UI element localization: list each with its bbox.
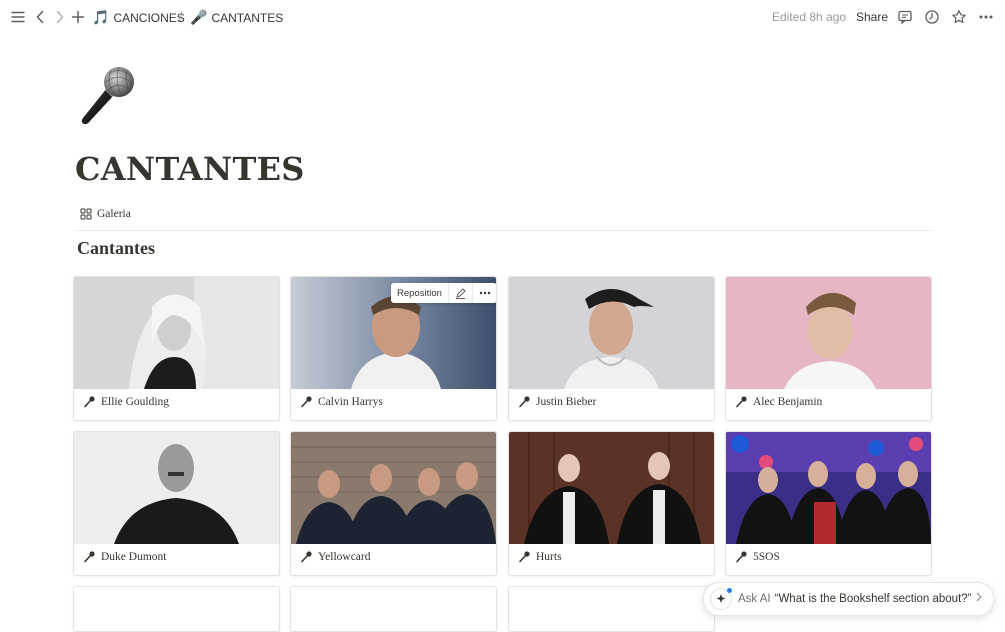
- gallery-card-alec-benjamin[interactable]: Alec Benjamin: [725, 276, 932, 421]
- breadcrumb-canciones[interactable]: 🎵 CANCIONES: [92, 9, 185, 26]
- sidebar-menu-icon[interactable]: [9, 8, 27, 26]
- gallery-card-justin-bieber[interactable]: Justin Bieber: [508, 276, 715, 421]
- gallery-card[interactable]: [290, 586, 497, 632]
- ai-sparkle-icon: [710, 588, 732, 610]
- card-title: Justin Bieber: [536, 395, 597, 408]
- share-button[interactable]: Share: [856, 10, 888, 24]
- chevron-right-icon: [975, 591, 983, 606]
- favorite-star-icon[interactable]: [950, 8, 968, 26]
- top-bar: 🎵 CANCIONES / 🎤 CANTANTES Edited 8h ago …: [0, 0, 1005, 34]
- microphone-icon: [736, 551, 747, 563]
- ask-ai-label: Ask AI: [738, 593, 771, 605]
- more-options-icon[interactable]: [977, 8, 995, 26]
- card-cover-image: [509, 277, 714, 389]
- card-title: Alec Benjamin: [753, 395, 823, 408]
- microphone-icon: [519, 551, 530, 563]
- card-cover-image: [74, 277, 279, 389]
- forward-arrow-icon[interactable]: [51, 8, 69, 26]
- add-page-icon[interactable]: [69, 8, 87, 26]
- gallery-card-ellie-goulding[interactable]: Ellie Goulding: [73, 276, 280, 421]
- gallery-card-calvin-harrys[interactable]: Reposition Calvin Harrys: [290, 276, 497, 421]
- view-tab-label: Galeria: [97, 208, 131, 220]
- card-cover-image: [291, 432, 496, 544]
- edit-pencil-icon[interactable]: [449, 283, 473, 303]
- card-cover-image: [74, 432, 279, 544]
- history-clock-icon[interactable]: [923, 8, 941, 26]
- ask-ai-suggestion: “What is the Bookshelf section about?”: [774, 593, 972, 605]
- gallery-card-duke-dumont[interactable]: Duke Dumont: [73, 431, 280, 576]
- gallery-card[interactable]: [73, 586, 280, 632]
- view-tab-galeria[interactable]: Galeria: [80, 208, 131, 220]
- microphone-icon: [736, 396, 747, 408]
- gallery-card-yellowcard[interactable]: Yellowcard: [290, 431, 497, 576]
- gallery-card-5sos[interactable]: 5SOS: [725, 431, 932, 576]
- cover-hover-toolbar: Reposition: [391, 283, 496, 303]
- gallery-card-hurts[interactable]: Hurts: [508, 431, 715, 576]
- page-title[interactable]: CANTANTES: [75, 150, 305, 188]
- comments-icon[interactable]: [896, 8, 914, 26]
- gallery-grid-icon: [80, 208, 92, 220]
- microphone-icon: [519, 396, 530, 408]
- page-microphone-icon[interactable]: [76, 64, 138, 126]
- card-title: Ellie Goulding: [101, 395, 170, 408]
- microphone-icon: [301, 396, 312, 408]
- card-title: 5SOS: [753, 550, 780, 563]
- more-options-icon[interactable]: [473, 283, 496, 303]
- microphone-icon: [301, 551, 312, 563]
- card-title: Yellowcard: [318, 550, 371, 563]
- breadcrumb-label: CANCIONES: [113, 10, 185, 25]
- edited-timestamp: Edited 8h ago: [772, 10, 847, 24]
- gallery-card[interactable]: [508, 586, 715, 632]
- divider: [75, 230, 932, 231]
- breadcrumb-cantantes[interactable]: 🎤 CANTANTES: [190, 9, 283, 26]
- music-note-icon: 🎵: [92, 9, 110, 25]
- database-title[interactable]: Cantantes: [77, 238, 155, 259]
- card-title: Hurts: [536, 550, 562, 563]
- card-title: Calvin Harrys: [318, 395, 383, 408]
- microphone-icon: [84, 396, 95, 408]
- card-cover-image: [509, 432, 714, 544]
- microphone-icon: 🎤: [190, 9, 208, 25]
- back-arrow-icon[interactable]: [31, 8, 49, 26]
- microphone-icon: [84, 551, 95, 563]
- card-title: Duke Dumont: [101, 550, 167, 563]
- reposition-button[interactable]: Reposition: [391, 283, 449, 303]
- breadcrumb-label: CANTANTES: [211, 10, 284, 25]
- card-cover-image: [726, 277, 931, 389]
- card-cover-image: [726, 432, 931, 544]
- ask-ai-button[interactable]: Ask AI “What is the Bookshelf section ab…: [703, 582, 994, 616]
- breadcrumb-separator: /: [179, 9, 183, 24]
